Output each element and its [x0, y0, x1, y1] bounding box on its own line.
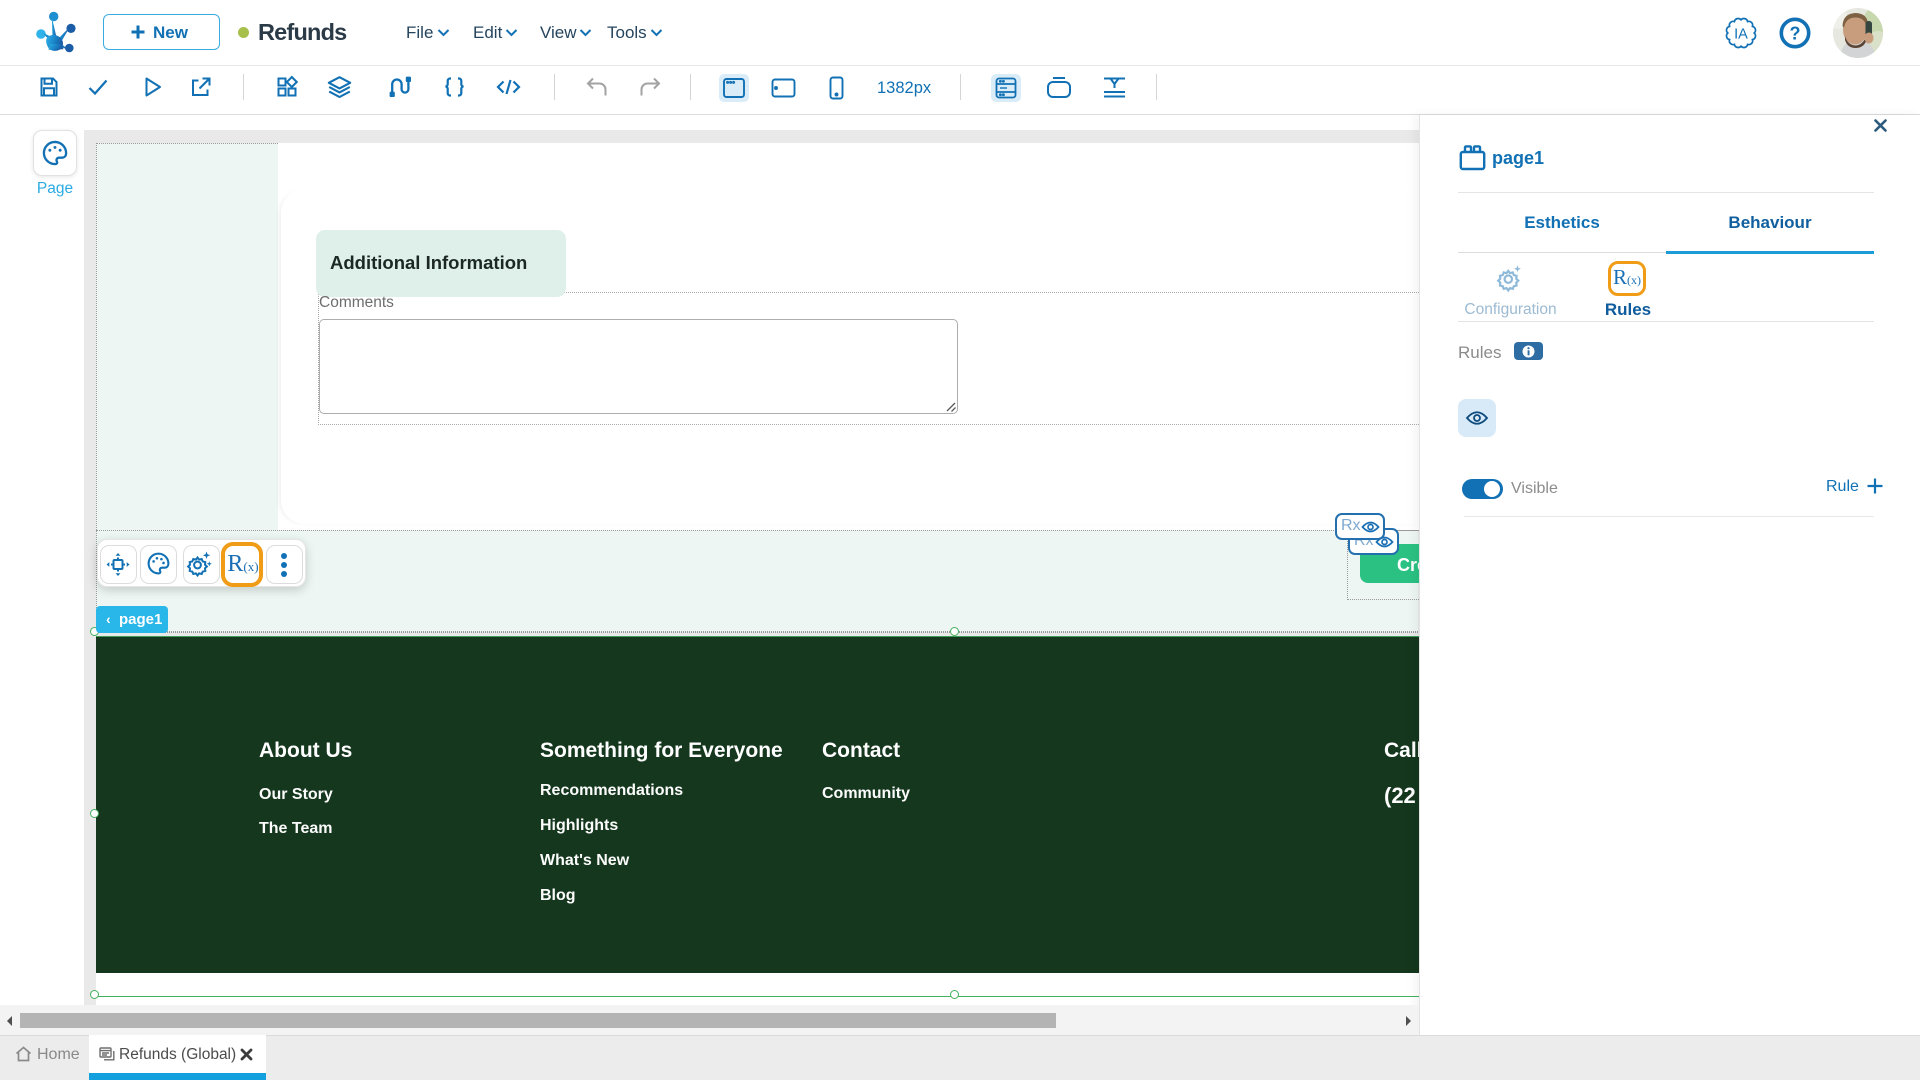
svg-text:?: ?	[1790, 24, 1801, 44]
svg-text:IA: IA	[1734, 27, 1748, 43]
